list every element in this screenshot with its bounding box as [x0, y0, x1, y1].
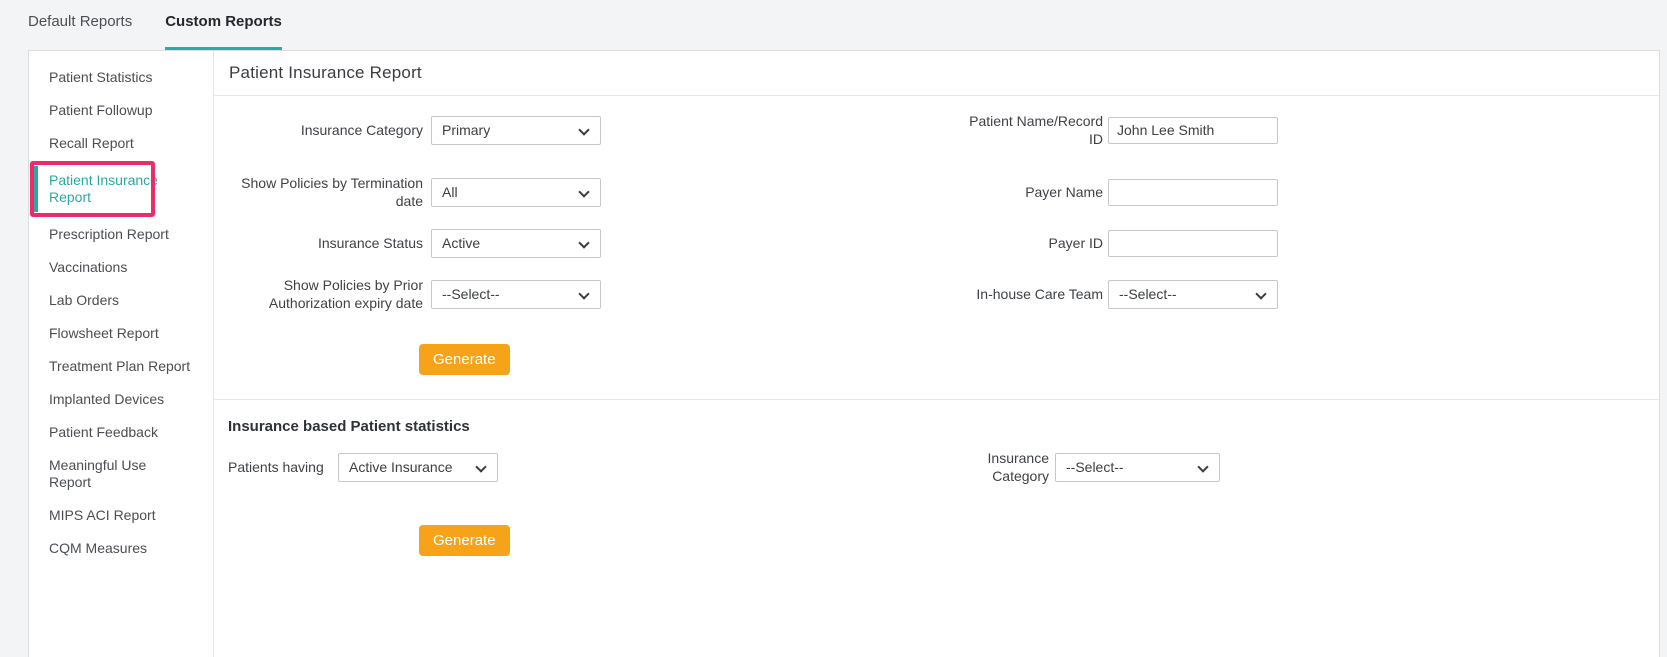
sidebar-item-label: Prescription Report: [49, 226, 169, 242]
sidebar-item-label: Lab Orders: [49, 292, 119, 308]
patients-having-select[interactable]: Active Insurance: [338, 453, 498, 482]
patients-having-value: Active Insurance: [349, 459, 453, 475]
sidebar-item-label: Patient Insurance Report: [49, 172, 158, 205]
sidebar-item-patient-feedback[interactable]: Patient Feedback: [29, 416, 213, 449]
form-row: Show Policies by Termination date All Pa…: [214, 174, 1659, 210]
form-row: Show Policies by Prior Authorization exp…: [214, 276, 1659, 312]
termination-date-value: All: [442, 184, 458, 200]
chevron-down-icon: [578, 186, 589, 197]
sidebar-item-patient-statistics[interactable]: Patient Statistics: [29, 61, 213, 94]
form-row: Insurance Category Primary Patient Name/…: [214, 112, 1659, 148]
termination-date-label: Show Policies by Termination date: [228, 174, 423, 210]
sidebar-item-mips-aci-report[interactable]: MIPS ACI Report: [29, 499, 213, 532]
generate-report-button[interactable]: Generate: [419, 344, 510, 375]
form-row: Insurance Status Active Payer ID: [214, 228, 1659, 258]
tab-custom-reports[interactable]: Custom Reports: [165, 13, 282, 50]
chevron-down-icon: [578, 124, 589, 135]
sidebar-item-lab-orders[interactable]: Lab Orders: [29, 284, 213, 317]
prior-auth-value: --Select--: [442, 286, 500, 302]
sidebar-item-prescription-report[interactable]: Prescription Report: [29, 218, 213, 251]
sidebar-item-patient-insurance-report[interactable]: Patient Insurance Report: [29, 164, 169, 214]
payer-name-input[interactable]: [1108, 179, 1278, 206]
sidebar-item-implanted-devices[interactable]: Implanted Devices: [29, 383, 213, 416]
section-divider: [214, 399, 1659, 400]
sidebar-item-vaccinations[interactable]: Vaccinations: [29, 251, 213, 284]
sidebar-item-label: Flowsheet Report: [49, 325, 159, 341]
payer-id-input[interactable]: [1108, 230, 1278, 257]
chevron-down-icon: [578, 288, 589, 299]
insurance-status-label: Insurance Status: [228, 234, 423, 252]
report-main-panel: Patient Insurance Report Insurance Categ…: [214, 51, 1659, 657]
report-form: Insurance Category Primary Patient Name/…: [214, 96, 1659, 556]
termination-date-select[interactable]: All: [431, 178, 601, 207]
sidebar-item-meaningful-use-report[interactable]: Meaningful Use Report: [29, 449, 169, 499]
sidebar-item-cqm-measures[interactable]: CQM Measures: [29, 532, 213, 565]
stats-insurance-category-select[interactable]: --Select--: [1055, 453, 1220, 482]
payer-name-label: Payer Name: [953, 183, 1103, 201]
insurance-category-select[interactable]: Primary: [431, 116, 601, 145]
patient-name-label: Patient Name/Record ID: [953, 112, 1103, 148]
reports-card: Patient Statistics Patient Followup Recall…: [28, 50, 1660, 657]
sidebar-item-recall-report[interactable]: Recall Report: [29, 127, 213, 160]
sidebar-item-label: Recall Report: [49, 135, 134, 151]
sidebar-item-label: MIPS ACI Report: [49, 507, 156, 523]
sidebar-item-label: Vaccinations: [49, 259, 127, 275]
sidebar-item-treatment-plan-report[interactable]: Treatment Plan Report: [29, 350, 213, 383]
reports-sidebar: Patient Statistics Patient Followup Recall…: [29, 51, 214, 657]
sidebar-item-label: CQM Measures: [49, 540, 147, 556]
insurance-status-value: Active: [442, 235, 480, 251]
care-team-value: --Select--: [1119, 286, 1177, 302]
report-header: Patient Insurance Report: [214, 51, 1659, 96]
chevron-down-icon: [578, 237, 589, 248]
sidebar-item-label: Patient Feedback: [49, 424, 158, 440]
insurance-status-select[interactable]: Active: [431, 229, 601, 258]
chevron-down-icon: [1197, 461, 1208, 472]
sidebar-item-patient-followup[interactable]: Patient Followup: [29, 94, 213, 127]
generate-stats-button[interactable]: Generate: [419, 525, 510, 556]
page-title: Patient Insurance Report: [229, 63, 422, 83]
reports-tab-bar: Default Reports Custom Reports: [0, 0, 1667, 50]
sidebar-item-label: Implanted Devices: [49, 391, 164, 407]
insurance-category-value: Primary: [442, 122, 490, 138]
care-team-label: In-house Care Team: [953, 285, 1103, 303]
patient-name-input[interactable]: [1108, 117, 1278, 144]
care-team-select[interactable]: --Select--: [1108, 280, 1278, 309]
payer-id-label: Payer ID: [953, 234, 1103, 252]
prior-auth-select[interactable]: --Select--: [431, 280, 601, 309]
sidebar-item-label: Patient Followup: [49, 102, 153, 118]
sidebar-item-label: Treatment Plan Report: [49, 358, 190, 374]
tab-default-reports[interactable]: Default Reports: [28, 13, 132, 50]
form-row: Patients having Active Insurance Insuran…: [214, 449, 1659, 485]
chevron-down-icon: [475, 461, 486, 472]
sidebar-item-label: Meaningful Use Report: [49, 457, 146, 490]
sidebar-item-label: Patient Statistics: [49, 69, 153, 85]
stats-insurance-category-label: Insurance Category: [971, 449, 1049, 485]
sidebar-item-flowsheet-report[interactable]: Flowsheet Report: [29, 317, 213, 350]
chevron-down-icon: [1255, 288, 1266, 299]
patients-having-label: Patients having: [228, 458, 332, 476]
stats-insurance-category-value: --Select--: [1066, 459, 1124, 475]
stats-section-heading: Insurance based Patient statistics: [228, 418, 1659, 435]
insurance-category-label: Insurance Category: [228, 121, 423, 139]
prior-auth-label: Show Policies by Prior Authorization exp…: [228, 276, 423, 312]
